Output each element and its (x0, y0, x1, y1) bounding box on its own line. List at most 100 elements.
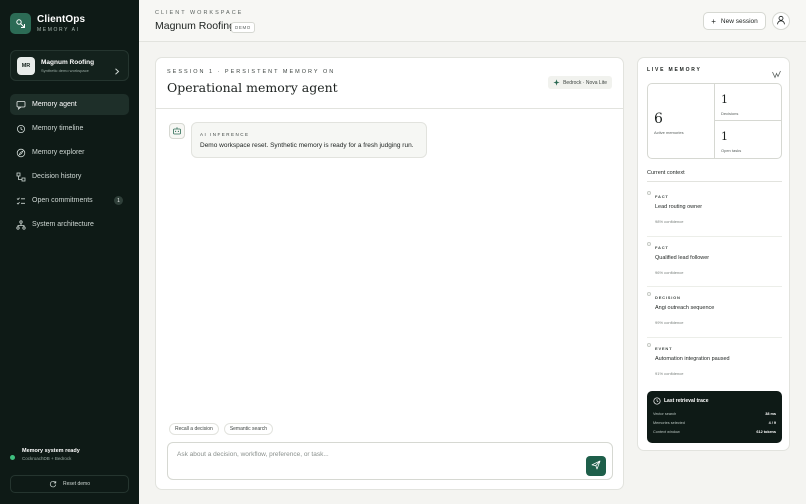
context-confidence: 96% confidence (655, 269, 684, 275)
context-confidence: 91% confidence (655, 370, 684, 376)
assistant-message: AI INFERENCE Demo workspace reset. Synth… (191, 122, 427, 158)
sidebar-item-label: Memory explorer (32, 149, 85, 156)
page-title: Magnum Roofing (155, 20, 235, 32)
trace-row-value: 612 tokens (756, 430, 776, 434)
workflow-icon (16, 172, 26, 182)
context-text: Angi outreach sequence (655, 305, 715, 311)
agent-panel: SESSION 1 · PERSISTENT MEMORY ON Operati… (155, 57, 624, 490)
live-memory-title: LIVE MEMORY (647, 67, 702, 73)
context-text: Automation integration paused (655, 355, 730, 362)
stat-decisions: 1 Decisions (715, 84, 782, 121)
context-dot-icon (647, 191, 651, 195)
chevron-right-icon (114, 62, 120, 80)
sidebar-nav: Memory agent Memory timeline Memory expl… (10, 94, 129, 238)
send-icon (591, 457, 601, 475)
context-item[interactable]: DECISION Angi outreach sequence 99% conf… (647, 287, 782, 338)
context-dot-icon (647, 241, 651, 246)
context-item[interactable]: FACT Qualified lead follower 96% confide… (647, 237, 782, 287)
sidebar-item-system-architecture[interactable]: System architecture (10, 214, 129, 235)
demo-badge: DEMO (231, 22, 255, 33)
model-pill-label: Bedrock · Nova Lite (563, 79, 607, 86)
live-memory-panel: LIVE MEMORY 6 Active memories 1 Decision… (637, 57, 790, 451)
user-icon (776, 12, 786, 30)
new-session-label: New session (720, 17, 758, 25)
message-input[interactable] (177, 451, 557, 458)
context-list: FACT Lead routing owner 98% confidence F… (647, 186, 782, 388)
reset-demo-label: Reset demo (63, 481, 90, 487)
context-text: Qualified lead follower (655, 254, 710, 261)
clock-icon (653, 397, 661, 405)
commitments-count-badge: 1 (114, 196, 123, 205)
stat-open-tasks: 1 Open tasks (715, 121, 782, 158)
trace-row-value: 38 ms (765, 412, 776, 416)
divider (647, 181, 782, 182)
composer (167, 442, 613, 480)
memory-stats: 6 Active memories 1 Decisions 1 Open tas… (647, 83, 782, 159)
retrieval-trace: Last retrieval trace Vector search 38 ms… (647, 391, 782, 443)
message-text: Demo workspace reset. Synthetic memory i… (200, 142, 414, 149)
active-memories-label: Active memories (654, 130, 684, 135)
sidebar-item-memory-agent[interactable]: Memory agent (10, 94, 129, 115)
status-dot-icon (10, 455, 15, 460)
trace-row-label: Vector search (653, 412, 677, 416)
workspace-description: Synthetic demo workspace (41, 67, 89, 73)
sidebar-item-decision-history[interactable]: Decision history (10, 166, 129, 187)
activity-icon (772, 66, 781, 84)
workspace-name: Magnum Roofing (41, 58, 95, 66)
sidebar: ClientOps MEMORY AI MR Magnum Roofing Sy… (0, 0, 139, 504)
system-status-title: Memory system ready (22, 448, 80, 454)
trace-row: Context window 612 tokens (653, 430, 776, 434)
system-status: Memory system ready CockroachDB + Bedroc… (10, 448, 80, 461)
chip-semantic-search[interactable]: Semantic search (223, 423, 274, 435)
sidebar-item-memory-timeline[interactable]: Memory timeline (10, 118, 129, 139)
user-menu-button[interactable] (772, 12, 790, 30)
context-kind: FACT (655, 244, 669, 250)
trace-row: Vector search 38 ms (653, 412, 776, 416)
trace-title: Last retrieval trace (664, 398, 709, 404)
context-kind: EVENT (655, 345, 673, 351)
new-session-button[interactable]: + New session (703, 12, 766, 30)
context-kind: DECISION (655, 295, 681, 300)
context-dot-icon (647, 292, 651, 296)
context-dot-icon (647, 342, 651, 347)
active-memories-count: 6 (654, 111, 663, 127)
sidebar-item-label: Memory agent (32, 101, 77, 108)
context-item[interactable]: EVENT Automation integration paused 91% … (647, 338, 782, 389)
open-tasks-label: Open tasks (721, 148, 742, 153)
brand-logo-icon (10, 13, 31, 34)
brand-subtitle: MEMORY AI (37, 27, 80, 33)
system-status-subtitle: CockroachDB + Bedrock (22, 456, 72, 461)
sidebar-item-label: Decision history (32, 173, 82, 180)
workspace-avatar: MR (17, 56, 35, 75)
reset-demo-button[interactable]: Reset demo (10, 475, 129, 493)
workspace-switcher[interactable]: MR Magnum Roofing Synthetic demo workspa… (10, 50, 129, 81)
agent-title: Operational memory agent (167, 80, 338, 95)
sidebar-item-open-commitments[interactable]: Open commitments 1 (10, 190, 129, 211)
bot-icon (169, 123, 185, 139)
context-kind: FACT (655, 194, 669, 199)
model-pill[interactable]: Bedrock · Nova Lite (548, 76, 612, 89)
message-square-icon (16, 100, 26, 110)
divider (156, 108, 623, 109)
context-item[interactable]: FACT Lead routing owner 98% confidence (647, 186, 782, 237)
top-header: CLIENT WORKSPACE Magnum Roofing DEMO + N… (139, 0, 806, 42)
chip-recall-decision[interactable]: Recall a decision (169, 423, 219, 435)
send-button[interactable] (586, 456, 606, 476)
sidebar-item-label: Open commitments (32, 197, 93, 204)
network-icon (16, 219, 26, 230)
compass-icon (16, 148, 26, 158)
trace-row-label: Context window (653, 430, 680, 434)
open-tasks-count: 1 (721, 130, 728, 143)
brand: ClientOps MEMORY AI (10, 13, 85, 34)
session-label: SESSION 1 · PERSISTENT MEMORY ON (167, 69, 336, 75)
refresh-icon (49, 480, 57, 488)
list-checks-icon (16, 196, 26, 206)
sidebar-item-label: System architecture (32, 221, 94, 228)
current-context-title: Current context (647, 170, 685, 176)
decisions-count: 1 (721, 93, 728, 106)
context-text: Lead routing owner (655, 204, 703, 210)
sidebar-item-memory-explorer[interactable]: Memory explorer (10, 142, 129, 163)
message-label: AI INFERENCE (200, 132, 250, 137)
sparkle-icon (553, 79, 560, 86)
history-icon (16, 124, 26, 134)
